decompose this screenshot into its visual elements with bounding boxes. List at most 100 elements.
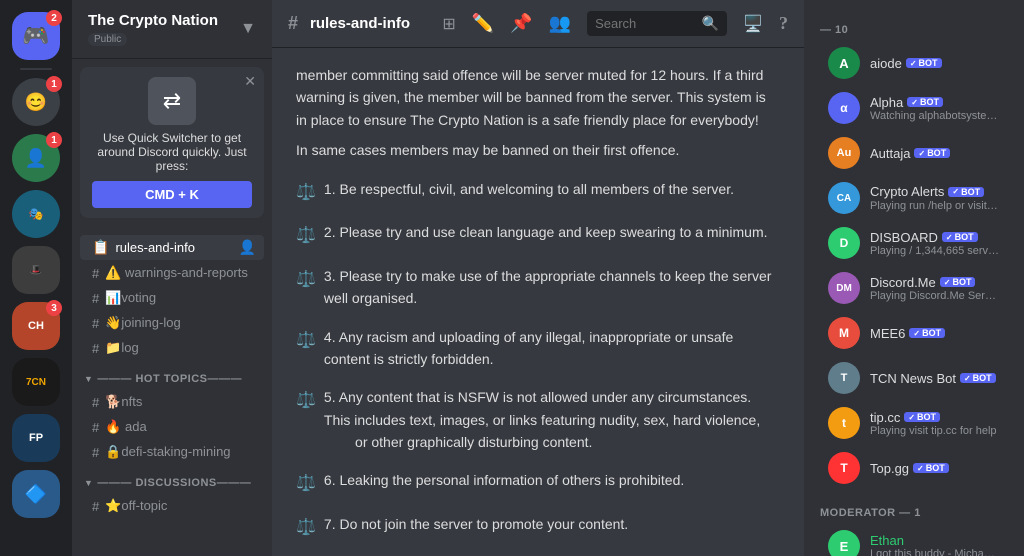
channel-item-ada[interactable]: # 🔥 ada: [80, 415, 264, 439]
member-status-ethan: I got this buddy - Michael Hun...: [870, 548, 1000, 556]
member-mee6[interactable]: M MEE6 BOT: [812, 311, 1016, 355]
rule-2: ⚖️ 2. Please try and use clean language …: [296, 221, 780, 249]
member-status-disboard: Playing / 1,344,665 servers: [870, 245, 1000, 257]
category-hot-topics: ▼ ——— HOT TOPICS———: [72, 361, 272, 389]
server-icon-1[interactable]: 😊 1: [12, 78, 60, 126]
member-avatar-topgg: T: [828, 452, 860, 484]
sidebar-header[interactable]: The Crypto Nation Public ▼: [72, 0, 272, 59]
rule-3-text: 3. Please try to make use of the appropr…: [324, 265, 780, 310]
server-icon-7[interactable]: FP: [12, 414, 60, 462]
channel-item-warnings[interactable]: # ⚠️ warnings-and-reports: [80, 261, 264, 285]
member-ethan[interactable]: E Ethan I got this buddy - Michael Hun..…: [812, 524, 1016, 556]
channel-item-off-topic[interactable]: # ⭐off-topic: [80, 494, 264, 518]
channel-item-joining-log[interactable]: # 👋joining-log: [80, 311, 264, 335]
channel-name-joining-log: 👋joining-log: [105, 315, 256, 331]
category-label-discussions: ——— DISCUSSIONS———: [97, 477, 251, 489]
members-panel: — 10 A aiode BOT α Alpha BOT Watching al…: [804, 0, 1024, 556]
members-category-moderator: MODERATOR — 1: [804, 491, 1024, 523]
server-icon-5[interactable]: CH 3: [12, 302, 60, 350]
member-name-ethan: Ethan: [870, 533, 1000, 548]
member-auttaja[interactable]: Au Auttaja BOT: [812, 131, 1016, 175]
badge-2: 1: [46, 132, 62, 148]
search-input[interactable]: [595, 16, 696, 31]
channel-sidebar: The Crypto Nation Public ▼ ✕ ⇄ Use Quick…: [72, 0, 272, 556]
channel-item-log[interactable]: # 📁log: [80, 336, 264, 360]
member-status-tipcc: Playing visit tip.cc for help: [870, 425, 1000, 437]
inbox-icon[interactable]: 🖥️: [743, 14, 763, 34]
member-tipcc[interactable]: t tip.cc BOT Playing visit tip.cc for he…: [812, 401, 1016, 445]
member-name-topgg: Top.gg BOT: [870, 461, 1000, 476]
channel-name-voting: 📊voting: [105, 290, 256, 306]
badge-5: 3: [46, 300, 62, 316]
member-name-auttaja: Auttaja BOT: [870, 146, 1000, 161]
add-member-icon: 👤: [239, 239, 256, 256]
member-tcn-news-bot[interactable]: T TCN News Bot BOT: [812, 356, 1016, 400]
member-alpha[interactable]: α Alpha BOT Watching alphabotsystem.com: [812, 86, 1016, 130]
member-info-ethan: Ethan I got this buddy - Michael Hun...: [870, 533, 1000, 556]
hashtag-icon[interactable]: ⊞: [442, 14, 455, 34]
rule-6-text: 6. Leaking the personal information of o…: [324, 469, 684, 491]
member-info-aiode: aiode BOT: [870, 56, 1000, 71]
member-avatar-mee6: M: [828, 317, 860, 349]
server-icon-home[interactable]: 🎮 2: [12, 12, 60, 60]
members-category-bots: — 10: [804, 8, 1024, 40]
channel-item-voting[interactable]: # 📊voting: [80, 286, 264, 310]
server-icon-6[interactable]: 7CN: [12, 358, 60, 406]
server-icon-2[interactable]: 👤 1: [12, 134, 60, 182]
member-name-disboard: DISBOARD BOT: [870, 230, 1000, 245]
rule-4: ⚖️ 4. Any racism and uploading of any il…: [296, 326, 780, 371]
search-box[interactable]: 🔍: [587, 11, 727, 36]
member-name-aiode: aiode BOT: [870, 56, 1000, 71]
chevron-down-icon: ▼: [240, 20, 256, 38]
member-status-discord-me: Playing Discord.Me Servers: [870, 290, 1000, 302]
member-crypto-alerts[interactable]: CA Crypto Alerts BOT Playing run /help o…: [812, 176, 1016, 220]
hash-icon-7: #: [92, 445, 99, 460]
rule-4-emoji: ⚖️: [296, 328, 316, 354]
member-info-tcn-news-bot: TCN News Bot BOT: [870, 371, 1000, 386]
channel-pin-icon: 📋: [92, 239, 109, 256]
rule-2-emoji: ⚖️: [296, 223, 316, 249]
channel-item-rules-and-info[interactable]: 📋 rules-and-info 👤: [80, 235, 264, 260]
pin-icon[interactable]: 📌: [510, 13, 532, 34]
bot-badge-aiode: BOT: [906, 58, 942, 68]
server-icon-4[interactable]: 🎩: [12, 246, 60, 294]
bot-badge-tcn-news-bot: BOT: [960, 373, 996, 383]
bot-badge-mee6: BOT: [909, 328, 945, 338]
quick-switcher-shortcut[interactable]: CMD + K: [92, 181, 252, 208]
hash-icon-2: #: [92, 291, 99, 306]
rule-1: ⚖️ 1. Be respectful, civil, and welcomin…: [296, 178, 780, 206]
member-disboard[interactable]: D DISBOARD BOT Playing / 1,344,665 serve…: [812, 221, 1016, 265]
member-topgg[interactable]: T Top.gg BOT: [812, 446, 1016, 490]
category-discussions: ▼ ——— DISCUSSIONS———: [72, 465, 272, 493]
member-avatar-disboard: D: [828, 227, 860, 259]
rule-7-text: 7. Do not join the server to promote you…: [324, 513, 628, 535]
hash-icon-3: #: [92, 316, 99, 331]
server-icon-3[interactable]: 🎭: [12, 190, 60, 238]
channel-item-nfts[interactable]: # 🐕nfts: [80, 390, 264, 414]
server-icon-8[interactable]: 🔷: [12, 470, 60, 518]
members-icon[interactable]: 👥: [549, 13, 571, 34]
member-info-tipcc: tip.cc BOT Playing visit tip.cc for help: [870, 410, 1000, 437]
member-name-tipcc: tip.cc BOT: [870, 410, 1000, 425]
member-info-auttaja: Auttaja BOT: [870, 146, 1000, 161]
home-badge: 2: [46, 10, 62, 26]
member-avatar-crypto-alerts: CA: [828, 182, 860, 214]
channel-item-defi[interactable]: # 🔒defi-staking-mining: [80, 440, 264, 464]
discord-logo: 🎮: [22, 23, 49, 49]
close-icon[interactable]: ✕: [244, 73, 256, 90]
channel-name-nfts: 🐕nfts: [105, 394, 256, 410]
channel-name-defi: 🔒defi-staking-mining: [105, 444, 256, 460]
pencil-icon[interactable]: ✏️: [472, 13, 494, 34]
member-aiode[interactable]: A aiode BOT: [812, 41, 1016, 85]
member-avatar-discord-me: DM: [828, 272, 860, 304]
member-avatar-ethan: E: [828, 530, 860, 556]
help-icon[interactable]: ?: [779, 13, 788, 34]
rule-7: ⚖️ 7. Do not join the server to promote …: [296, 513, 780, 541]
search-icon: 🔍: [702, 15, 719, 32]
rule-4-text: 4. Any racism and uploading of any illeg…: [324, 326, 780, 371]
member-discord-me[interactable]: DM Discord.Me BOT Playing Discord.Me Ser…: [812, 266, 1016, 310]
rule-7-emoji: ⚖️: [296, 515, 316, 541]
messages-area: member committing said offence will be s…: [272, 48, 804, 556]
member-info-topgg: Top.gg BOT: [870, 461, 1000, 476]
rule-3-emoji: ⚖️: [296, 267, 316, 293]
